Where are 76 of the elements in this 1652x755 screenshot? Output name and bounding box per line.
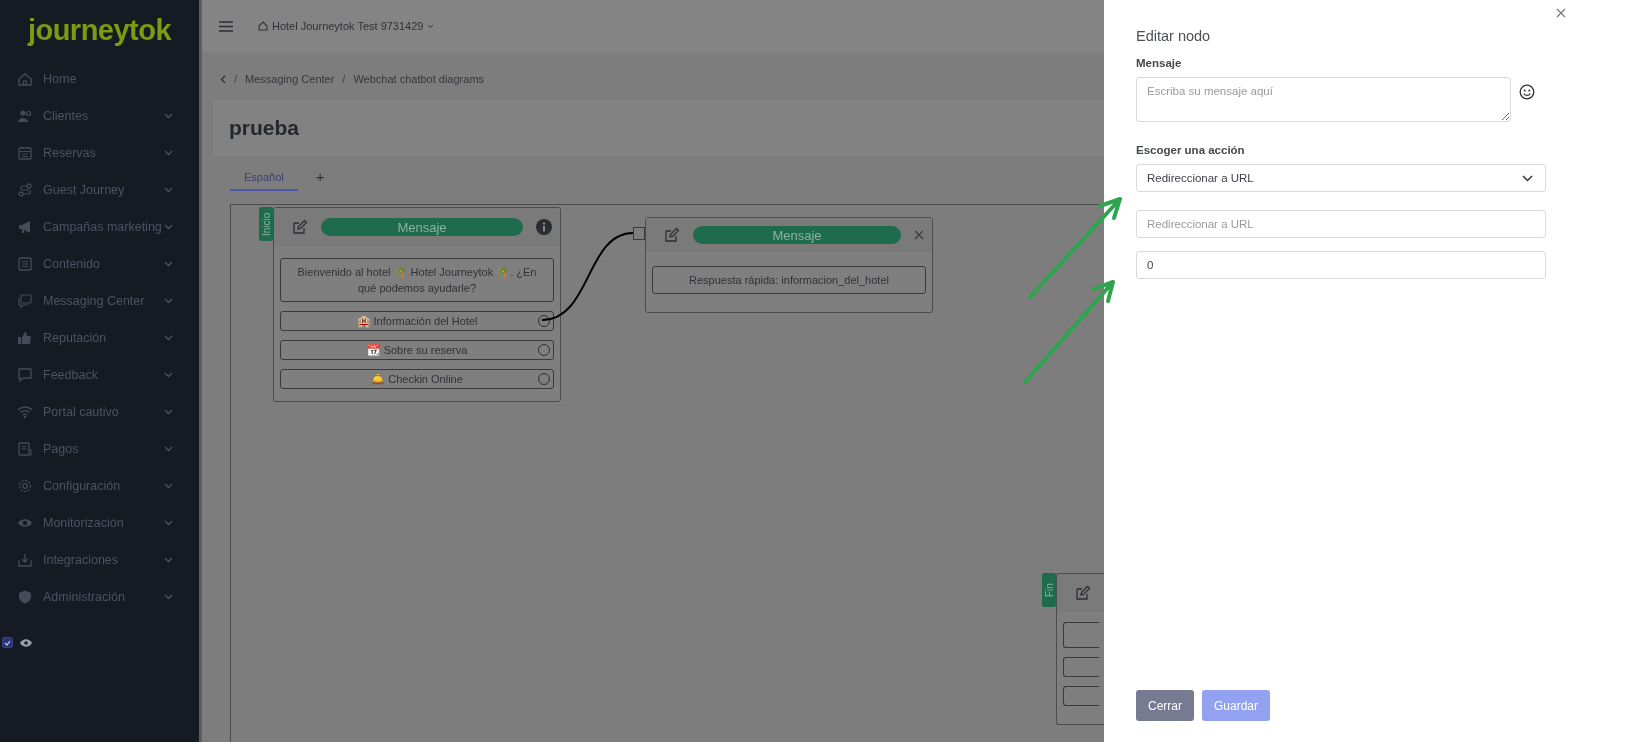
message-box: Respuesta rápida: informacion_del_hotel	[652, 266, 926, 294]
sidebar-item[interactable]: Home	[0, 60, 199, 97]
edit-icon[interactable]	[664, 227, 680, 243]
sidebar-item[interactable]: Campañas marketing	[0, 208, 199, 245]
quick-reply-option[interactable]: 🛎 Checkin Online	[280, 369, 554, 389]
edit-icon[interactable]	[292, 219, 308, 235]
node-type-label: Mensaje	[321, 218, 523, 236]
option-box	[1063, 657, 1099, 677]
panel-title: Editar nodo	[1136, 28, 1212, 44]
smiley-icon[interactable]	[1519, 84, 1535, 100]
tab[interactable]: Español	[230, 171, 298, 191]
comment-icon	[17, 366, 33, 383]
diagram-node[interactable]: Mensaje Bienvenido al hotel 🌴 Hotel Journeytok 🌴. ¿En qué podemos ayudarle? 🏨 Información del Hotel 📆 Sobre su reserva 🛎 Checkin Online	[273, 207, 561, 402]
logo[interactable]: journeytok	[27, 14, 172, 46]
home-icon	[258, 21, 268, 31]
close-icon[interactable]	[914, 230, 924, 240]
message-box	[1063, 622, 1099, 648]
caret-icon	[427, 23, 435, 29]
sidebar-item[interactable]: Reputación	[0, 319, 199, 356]
sidebar-item[interactable]: Integraciones	[0, 541, 199, 578]
settings-icon	[17, 477, 33, 494]
download-icon	[17, 551, 33, 568]
chat-icon	[17, 292, 33, 309]
menu-icon[interactable]	[219, 20, 233, 32]
sidebar-item[interactable]: Clientes	[0, 97, 199, 134]
sidebar-item[interactable]: Contenido	[0, 245, 199, 282]
info-icon[interactable]	[536, 219, 552, 235]
breadcrumb-link[interactable]: Messaging Center	[245, 73, 335, 85]
add-tab-button[interactable]: +	[309, 168, 331, 191]
quick-reply-option[interactable]: 🏨 Información del Hotel	[280, 311, 554, 331]
shield-icon	[17, 588, 33, 605]
sidebar-item[interactable]: Configuración	[0, 467, 199, 504]
message-box: Bienvenido al hotel 🌴 Hotel Journeytok 🌴. ¿En qué podemos ayudarle?	[280, 258, 554, 302]
back-icon[interactable]	[220, 74, 226, 84]
input-field[interactable]: Redireccionar a URL	[1136, 210, 1546, 238]
hotel-selector[interactable]: Hotel Journeytok Test 9731429	[258, 20, 435, 32]
breadcrumb-link[interactable]: Webchat chatbot diagrams	[353, 73, 485, 85]
receipt-icon	[17, 440, 33, 457]
sidebar-item[interactable]: Reservas	[0, 134, 199, 171]
thumbs-up-icon	[17, 329, 33, 346]
action-dropdown[interactable]: Redireccionar a URL	[1136, 164, 1546, 192]
separator: /	[234, 73, 238, 85]
diagram-node[interactable]	[1056, 573, 1105, 725]
node-tag: Inicio	[259, 207, 273, 241]
sidebar-item[interactable]: Monitorización	[0, 504, 199, 541]
option-box	[1063, 686, 1099, 706]
message-field[interactable]: Escriba su mensaje aquí	[1136, 77, 1511, 122]
calendar-icon	[17, 144, 33, 161]
sidebar-item[interactable]: Feedback	[0, 356, 199, 393]
node-tag: Fin	[1042, 573, 1056, 607]
checkbox[interactable]	[2, 637, 13, 648]
wifi-icon	[17, 403, 33, 420]
input-field[interactable]: 0	[1136, 251, 1546, 279]
quick-reply-option[interactable]: 📆 Sobre su reserva	[280, 340, 554, 360]
connection-port[interactable]	[633, 227, 645, 240]
route-icon	[17, 181, 33, 198]
field-label: Mensaje	[1136, 57, 1183, 69]
sidebar-item[interactable]: Portal cautivo	[0, 393, 199, 430]
edit-icon[interactable]	[1075, 585, 1091, 601]
chevron-icon	[1522, 174, 1533, 182]
sidebar-item[interactable]: Administración	[0, 578, 199, 615]
sidebar-item[interactable]: Messaging Center	[0, 282, 199, 319]
users-icon	[17, 107, 33, 124]
close-button[interactable]: Cerrar	[1136, 690, 1194, 721]
node-type-label: Mensaje	[693, 226, 901, 244]
field-label: Escoger una acción	[1136, 144, 1246, 156]
eye-icon[interactable]	[19, 637, 33, 648]
diagram-node[interactable]: Mensaje Respuesta rápida: informacion_del_hotel	[645, 217, 933, 313]
close-icon[interactable]	[1556, 8, 1566, 18]
home-icon	[17, 70, 33, 87]
list-icon	[17, 255, 33, 272]
page-title: prueba	[229, 116, 299, 140]
sidebar-item[interactable]: Guest Journey	[0, 171, 199, 208]
sidebar-item[interactable]: Pagos	[0, 430, 199, 467]
megaphone-icon	[17, 218, 33, 235]
separator: /	[342, 73, 346, 85]
